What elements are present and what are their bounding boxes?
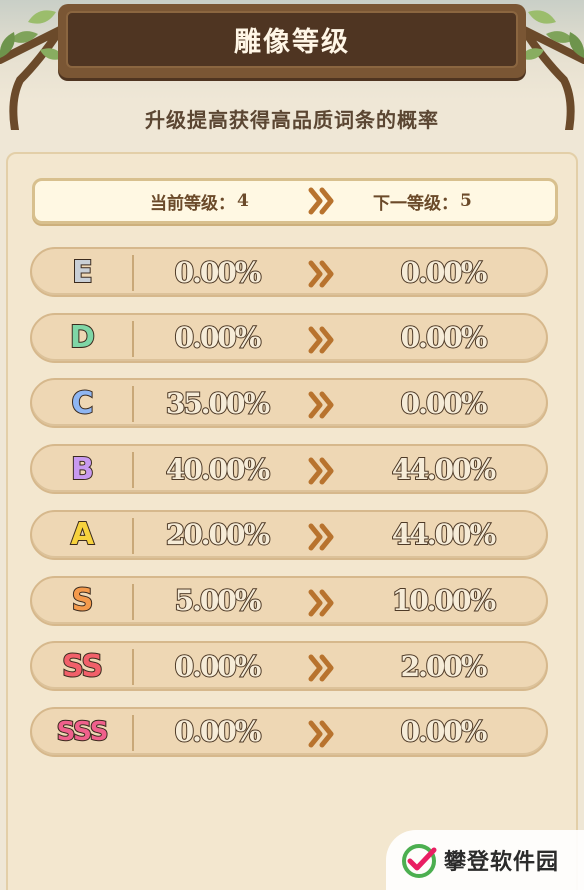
next-probability: 0.00% — [400, 320, 489, 355]
grade-label: SSS — [56, 716, 110, 748]
double-chevron-right-icon — [308, 326, 334, 354]
current-level: 当前等级： 4 — [150, 181, 249, 221]
double-chevron-right-icon — [308, 457, 334, 485]
next-probability: 44.00% — [391, 452, 497, 487]
current-probability: 0.00% — [174, 320, 263, 355]
next-probability: 0.00% — [400, 714, 489, 749]
double-chevron-right-icon — [308, 523, 334, 551]
grade-label: E — [71, 254, 94, 291]
watermark-text: 攀登软件园 — [444, 850, 560, 875]
current-level-label: 当前等级： — [150, 193, 235, 214]
grade-row: B 40.00% 44.00% — [30, 444, 548, 495]
double-chevron-right-icon — [308, 589, 334, 616]
grade-row: SSS 0.00% 0.00% — [30, 706, 548, 757]
next-probability: 0.00% — [400, 386, 489, 421]
next-probability: 44.00% — [391, 517, 497, 552]
current-probability: 0.00% — [174, 649, 263, 684]
grade-label: B — [70, 451, 95, 488]
current-probability: 0.00% — [174, 255, 263, 290]
current-probability: 5.00% — [174, 583, 263, 618]
grade-row: S 5.00% 10.00% — [30, 575, 548, 626]
current-probability: 0.00% — [174, 714, 263, 749]
next-probability: 10.00% — [391, 583, 497, 618]
double-chevron-right-icon — [308, 654, 334, 682]
grade-row: A 20.00% 44.00% — [30, 509, 548, 560]
level-bar: 当前等级： 4 下一等级： 5 — [32, 178, 558, 224]
grade-row: D 0.00% 0.00% — [30, 312, 548, 363]
grade-label: A — [70, 516, 95, 553]
current-probability: 35.00% — [165, 386, 271, 421]
grade-row: C 35.00% 0.00% — [30, 378, 548, 429]
current-probability: 40.00% — [165, 452, 271, 487]
double-chevron-right-icon — [308, 391, 334, 419]
watermark: 攀登软件园 — [386, 830, 584, 890]
next-probability: 0.00% — [400, 255, 489, 290]
current-level-value: 4 — [237, 191, 249, 211]
double-chevron-right-icon — [308, 187, 334, 215]
grade-row: E 0.00% 0.00% — [30, 247, 548, 297]
title-inner: 雕像等级 — [66, 11, 518, 68]
double-chevron-right-icon — [308, 260, 334, 288]
next-probability: 2.00% — [400, 649, 489, 684]
next-level: 下一等级： 5 — [373, 181, 472, 221]
title-plate: 雕像等级 — [58, 4, 526, 78]
page-subtitle: 升级提高获得高品质词条的概率 — [145, 108, 439, 132]
page-title: 雕像等级 — [234, 27, 350, 58]
double-chevron-right-icon — [308, 720, 334, 748]
grade-row: SS 0.00% 2.00% — [30, 641, 548, 692]
grade-label: C — [70, 385, 94, 422]
grade-label: D — [69, 319, 96, 356]
current-probability: 20.00% — [165, 517, 271, 552]
checkmark-logo-icon — [402, 844, 437, 878]
next-level-label: 下一等级： — [373, 193, 458, 214]
grade-label: SS — [61, 648, 104, 685]
next-level-value: 5 — [460, 191, 472, 211]
grade-label: S — [71, 582, 95, 619]
